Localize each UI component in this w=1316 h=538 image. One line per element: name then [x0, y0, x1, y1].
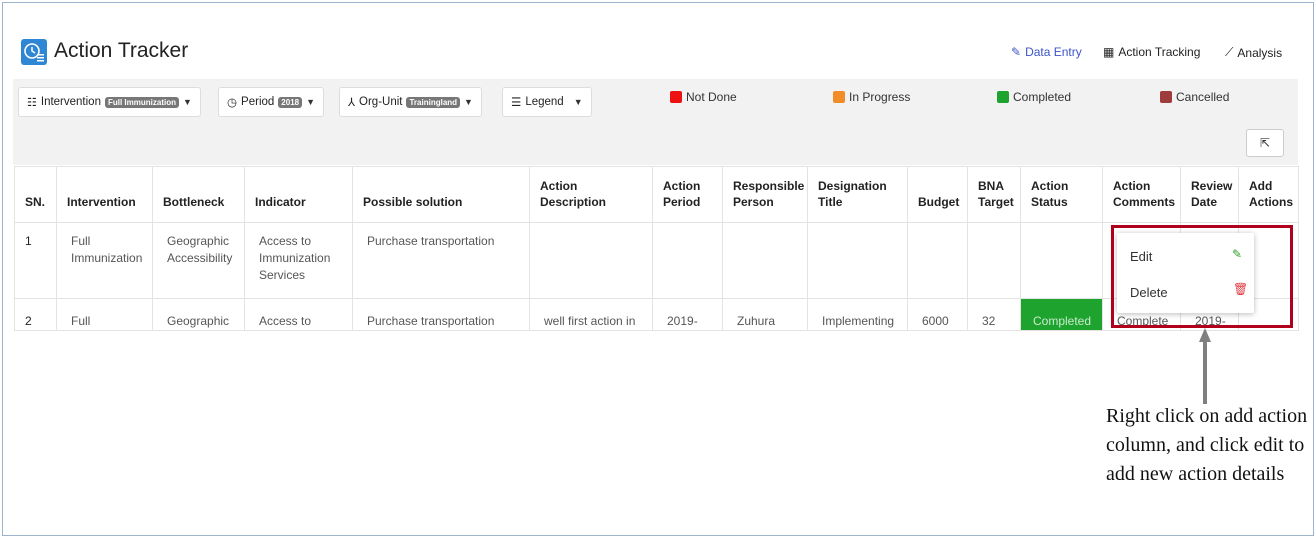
- share-icon: ⇱: [1259, 136, 1271, 150]
- col-header: Action Description: [529, 166, 653, 223]
- cell-budget[interactable]: 6000: [907, 298, 968, 331]
- cell-bna-target[interactable]: 32: [967, 298, 1021, 331]
- period-badge: 2018: [278, 96, 303, 108]
- col-header: Designation Title: [807, 166, 908, 223]
- nav-data-entry[interactable]: ✎ Data Entry: [1011, 45, 1082, 59]
- caret-down-icon: ▼: [306, 97, 316, 107]
- cell-action-period[interactable]: 2019-: [652, 298, 723, 331]
- cell-intervention[interactable]: Full: [56, 298, 153, 331]
- cell-indicator[interactable]: Access to Immunization Services: [244, 222, 353, 299]
- highlight-box: [1111, 225, 1293, 328]
- clock-icon: ◷: [227, 97, 238, 109]
- cell-budget[interactable]: [907, 222, 968, 299]
- table-header-row: SN. Intervention Bottleneck Indicator Po…: [14, 166, 1299, 223]
- caret-down-icon: ▼: [464, 97, 473, 107]
- cell-bna-target[interactable]: [967, 222, 1021, 299]
- table-icon: ▦: [1103, 45, 1115, 59]
- filter-bar: [13, 79, 1298, 165]
- cell-intervention[interactable]: Full Immunization: [56, 222, 153, 299]
- nav-analysis[interactable]: ⟋ Analysis: [1225, 45, 1282, 60]
- legend-swatch: [1160, 91, 1172, 103]
- legend-label: Cancelled: [1176, 90, 1230, 104]
- cell-bottleneck[interactable]: Geographic Accessibility: [152, 222, 245, 299]
- col-header: Action Comments: [1102, 166, 1181, 223]
- legend-not-done: Not Done: [670, 90, 737, 104]
- col-header: Review Date: [1180, 166, 1239, 223]
- col-header: Indicator: [244, 166, 353, 223]
- share-button[interactable]: ⇱: [1246, 129, 1284, 157]
- legend-label: Completed: [1013, 90, 1072, 104]
- cell-solution[interactable]: Purchase transportation: [352, 222, 530, 299]
- app-logo-icon: [21, 39, 47, 65]
- database-icon: ☰: [511, 97, 522, 109]
- cell-action-description[interactable]: [529, 222, 653, 299]
- table-row[interactable]: 2 Full Geographic Access to Purchase tra…: [14, 298, 1299, 331]
- cell-responsible[interactable]: [722, 222, 808, 299]
- cell-bottleneck[interactable]: Geographic: [152, 298, 245, 331]
- legend-label: Not Done: [686, 90, 737, 104]
- col-header: Responsible Person: [722, 166, 808, 223]
- annotation-text: Right click on add action column, and cl…: [1106, 405, 1308, 485]
- legend-label: In Progress: [849, 90, 911, 104]
- cell-action-status[interactable]: Completed: [1020, 298, 1103, 331]
- nav-action-tracking[interactable]: ▦ Action Tracking: [1103, 45, 1200, 59]
- legend-swatch: [833, 91, 845, 103]
- legend-cancelled: Cancelled: [1160, 90, 1229, 104]
- intervention-badge: Full Immunization: [104, 96, 179, 108]
- period-dropdown[interactable]: ◷ Period 2018 ▼: [218, 87, 325, 117]
- cell-sn: 2: [14, 298, 57, 331]
- pencil-icon: ✎: [1011, 45, 1022, 59]
- grid-icon: ☷: [27, 96, 37, 109]
- cell-action-description[interactable]: well first action in: [529, 298, 653, 331]
- chart-line-icon: ⟋: [1225, 45, 1234, 59]
- app-title: Action Tracker: [54, 39, 189, 62]
- col-header: Possible solution: [352, 166, 530, 223]
- cell-sn: 1: [14, 222, 57, 299]
- legend-dropdown[interactable]: ☰ Legend ▼: [502, 87, 592, 117]
- caret-down-icon: ▼: [573, 97, 583, 107]
- nav-label: Data Entry: [1025, 45, 1082, 59]
- col-header: BNA Target: [967, 166, 1021, 223]
- cell-action-period[interactable]: [652, 222, 723, 299]
- legend-swatch: [997, 91, 1009, 103]
- cell-responsible[interactable]: Zuhura: [722, 298, 808, 331]
- legend-label: Legend: [525, 96, 564, 108]
- nav-label: Action Tracking: [1118, 45, 1201, 59]
- nav-label: Analysis: [1237, 45, 1283, 60]
- col-header: SN.: [14, 166, 57, 223]
- orgunit-label: Org-Unit: [359, 96, 403, 108]
- col-header: Budget: [907, 166, 968, 223]
- col-header: Action Status: [1020, 166, 1103, 223]
- caret-down-icon: ▼: [182, 97, 192, 107]
- orgunit-badge: Trainingland: [406, 96, 461, 108]
- action-table: SN. Intervention Bottleneck Indicator Po…: [14, 166, 1299, 331]
- cell-indicator[interactable]: Access to: [244, 298, 353, 331]
- col-header: Bottleneck: [152, 166, 245, 223]
- cell-designation[interactable]: Implementing: [807, 298, 908, 331]
- period-label: Period: [241, 96, 275, 108]
- sitemap-icon: ⅄: [348, 97, 356, 109]
- orgunit-dropdown[interactable]: ⅄ Org-Unit Trainingland ▼: [339, 87, 482, 117]
- cell-solution[interactable]: Purchase transportation: [352, 298, 530, 331]
- table-row[interactable]: 1 Full Immunization Geographic Accessibi…: [14, 222, 1299, 299]
- intervention-dropdown[interactable]: ☷ Intervention Full Immunization ▼: [18, 87, 201, 117]
- legend-in-progress: In Progress: [833, 90, 910, 104]
- intervention-label: Intervention: [40, 96, 101, 108]
- col-header: Action Period: [652, 166, 723, 223]
- legend-completed: Completed: [997, 90, 1071, 104]
- col-header: Intervention: [56, 166, 153, 223]
- cell-action-status[interactable]: [1020, 222, 1103, 299]
- legend-swatch: [670, 91, 682, 103]
- cell-designation[interactable]: [807, 222, 908, 299]
- col-header: Add Actions: [1238, 166, 1299, 223]
- arrow-line: [1203, 340, 1207, 404]
